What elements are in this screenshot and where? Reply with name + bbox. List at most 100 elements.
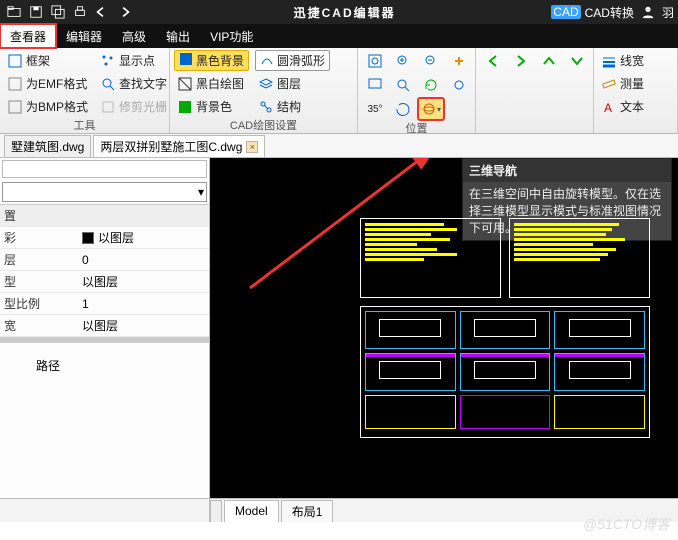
- tool-emf[interactable]: 为EMF格式: [4, 73, 91, 94]
- cad-convert-button[interactable]: CAD转换: [585, 4, 634, 21]
- saveas-icon[interactable]: [48, 2, 68, 22]
- app-title: 迅捷CAD编辑器: [138, 4, 551, 21]
- ribbon-group-tools: 框架 为EMF格式 为BMP格式 显示点 查找文字 修剪光栅 工具: [0, 48, 170, 133]
- points-icon: [100, 53, 116, 69]
- redo-icon[interactable]: [114, 2, 134, 22]
- find-icon: [100, 76, 116, 92]
- tab-layout1[interactable]: 布局1: [281, 500, 334, 522]
- text-icon: A: [601, 99, 617, 115]
- nav-left[interactable]: [480, 50, 506, 72]
- menu-advanced[interactable]: 高级: [112, 24, 156, 48]
- setting-layers[interactable]: 图层: [255, 73, 330, 94]
- tool-linewidth[interactable]: 线宽: [598, 50, 647, 71]
- table-row[interactable]: 彩以图层: [0, 227, 209, 249]
- pos-zoom-window[interactable]: [362, 74, 388, 96]
- file-tab-2[interactable]: 两层双拼别墅施工图C.dwg×: [93, 135, 265, 157]
- pos-rotate-angle[interactable]: 35°: [362, 98, 388, 120]
- tool-text[interactable]: A文本: [598, 96, 647, 117]
- user-icon[interactable]: [638, 2, 658, 22]
- position-grid: 35° ▾: [362, 50, 472, 120]
- close-tab-icon[interactable]: ×: [246, 141, 258, 153]
- ribbon-group-position: 35° ▾ 位置: [358, 48, 476, 133]
- frame-icon: [7, 53, 23, 69]
- object-selector[interactable]: ▾: [2, 182, 207, 202]
- ribbon-group-cad-settings: 黑色背景 黑白绘图 背景色 圆滑弧形 图层 结构 CAD绘图设置: [170, 48, 358, 133]
- workspace: ▾ 置 彩以图层 层0 型以图层 型比例1 宽以图层 路径 三维导航 在三维空间…: [0, 158, 678, 498]
- layout-scroll-left[interactable]: [210, 500, 222, 522]
- ribbon-group-annotate: 线宽 测量 A文本: [594, 48, 678, 133]
- structure-icon: [258, 99, 274, 115]
- setting-bgcolor[interactable]: 背景色: [174, 96, 249, 117]
- linewidth-icon: [601, 53, 617, 69]
- trim-icon: [100, 99, 116, 115]
- nav-right[interactable]: [508, 50, 534, 72]
- nav-grid: [480, 50, 590, 115]
- user-name: 羽: [662, 4, 674, 21]
- menu-output[interactable]: 输出: [156, 24, 200, 48]
- layers-icon: [258, 76, 274, 92]
- titlebar-right: CAD CAD转换 羽: [551, 2, 678, 22]
- menu-viewer[interactable]: 查看器: [0, 24, 56, 48]
- pos-refresh[interactable]: [418, 74, 444, 96]
- tooltip-title: 三维导航: [463, 159, 671, 182]
- open-icon[interactable]: [4, 2, 24, 22]
- tool-find-text[interactable]: 查找文字: [97, 73, 170, 94]
- print-icon[interactable]: [70, 2, 90, 22]
- pos-rotate[interactable]: [390, 98, 416, 120]
- pos-zoom-in[interactable]: [390, 50, 416, 72]
- svg-text:A: A: [604, 101, 612, 114]
- blackbg-icon: [179, 52, 193, 69]
- nav-up[interactable]: [536, 50, 562, 72]
- group-label-position: 位置: [362, 120, 471, 136]
- tool-show-points[interactable]: 显示点: [97, 50, 170, 71]
- quick-access: [0, 2, 138, 22]
- nav-down[interactable]: [564, 50, 590, 72]
- tool-frame[interactable]: 框架: [4, 50, 91, 71]
- pos-zoom-all[interactable]: [446, 74, 472, 96]
- undo-icon[interactable]: [92, 2, 112, 22]
- pos-zoom-prev[interactable]: [390, 74, 416, 96]
- tab-model[interactable]: Model: [224, 500, 279, 522]
- properties-panel: ▾ 置 彩以图层 层0 型以图层 型比例1 宽以图层 路径: [0, 158, 210, 498]
- menu-editor[interactable]: 编辑器: [56, 24, 112, 48]
- group-label-nav: [480, 115, 589, 133]
- file-tabbar: 墅建筑图.dwg 两层双拼别墅施工图C.dwg×: [0, 134, 678, 158]
- chevron-down-icon: ▾: [198, 185, 204, 199]
- titlebar: 迅捷CAD编辑器 CAD CAD转换 羽: [0, 0, 678, 24]
- save-icon[interactable]: [26, 2, 46, 22]
- tool-measure[interactable]: 测量: [598, 73, 647, 94]
- drawing-content: [360, 218, 650, 438]
- arc-icon: [260, 52, 274, 69]
- group-label-cad: CAD绘图设置: [174, 117, 353, 133]
- ribbon: 框架 为EMF格式 为BMP格式 显示点 查找文字 修剪光栅 工具 黑色背景 黑…: [0, 48, 678, 134]
- prop-section: 置: [0, 207, 78, 224]
- setting-bw[interactable]: 黑白绘图: [174, 73, 249, 94]
- bottom-pad: [0, 499, 210, 522]
- table-row[interactable]: 宽以图层: [0, 315, 209, 337]
- table-row[interactable]: 型比例1: [0, 293, 209, 315]
- pos-3d-orbit[interactable]: ▾: [418, 98, 444, 120]
- cad-badge-icon: CAD: [551, 5, 580, 19]
- panel-scroll[interactable]: [2, 160, 207, 178]
- setting-black-bg[interactable]: 黑色背景: [174, 50, 249, 71]
- group-label-annotate: [598, 117, 673, 133]
- pos-pan[interactable]: [446, 50, 472, 72]
- menubar: 查看器 编辑器 高级 输出 VIP功能: [0, 24, 678, 48]
- emf-icon: [7, 76, 23, 92]
- setting-smooth-arc[interactable]: 圆滑弧形: [255, 50, 330, 71]
- table-row[interactable]: 层0: [0, 249, 209, 271]
- table-row[interactable]: 型以图层: [0, 271, 209, 293]
- pos-zoom-extents[interactable]: [362, 50, 388, 72]
- file-tab-1[interactable]: 墅建筑图.dwg: [4, 135, 91, 157]
- drawing-canvas[interactable]: 三维导航 在三维空间中自由旋转模型。仅在选择三维模型显示模式与标准视图情况下可用…: [210, 158, 678, 498]
- tool-bmp[interactable]: 为BMP格式: [4, 96, 91, 117]
- watermark: @51CTO博客: [583, 514, 670, 534]
- menu-vip[interactable]: VIP功能: [200, 24, 263, 48]
- pos-zoom-out[interactable]: [418, 50, 444, 72]
- ribbon-group-nav: [476, 48, 594, 133]
- bottom-bar: Model 布局1: [0, 498, 678, 522]
- setting-structure[interactable]: 结构: [255, 96, 330, 117]
- tool-trim[interactable]: 修剪光栅: [97, 96, 170, 117]
- measure-icon: [601, 76, 617, 92]
- color-swatch-icon: [82, 232, 94, 244]
